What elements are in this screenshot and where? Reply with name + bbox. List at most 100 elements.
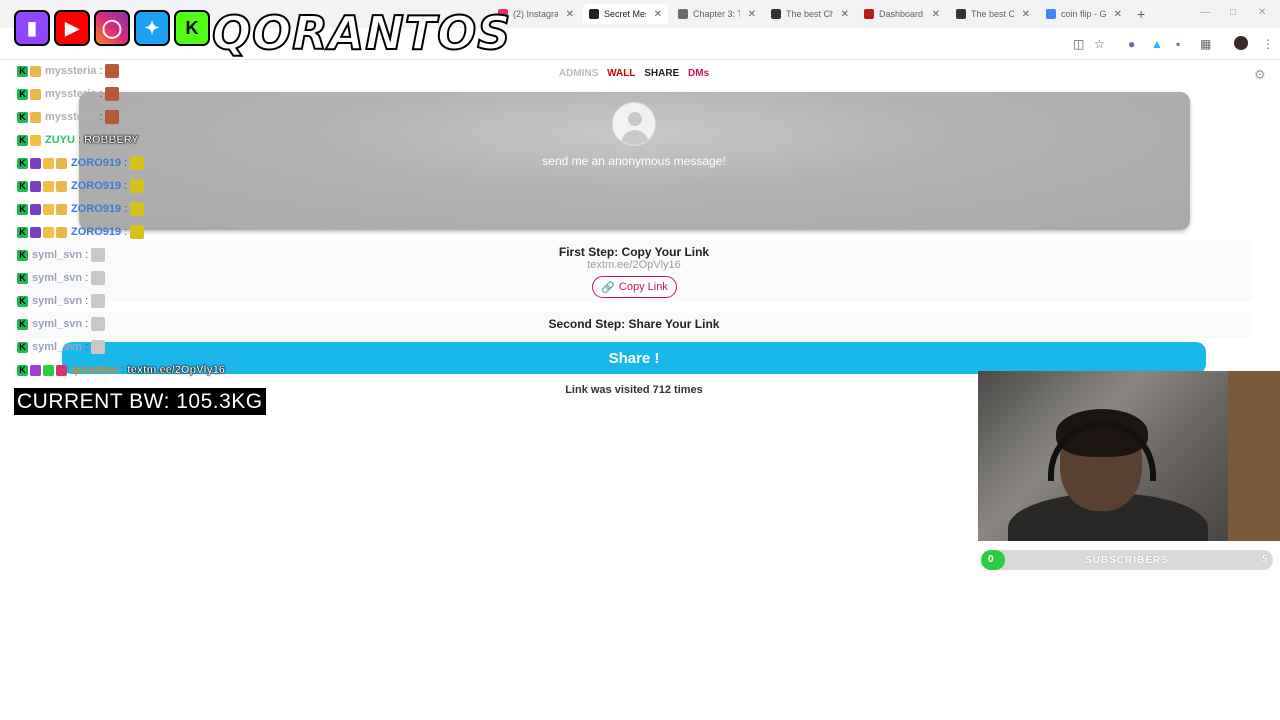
chat-username: myssteria <box>45 88 97 100</box>
chat-emote-icon <box>105 87 120 101</box>
restore-icon[interactable]: □ <box>1230 7 1236 18</box>
chat-message: Kmyssteria: <box>17 85 120 103</box>
chat-message: Ksyml_svn: <box>17 338 106 356</box>
share-button[interactable]: Share ! <box>62 342 1206 374</box>
chat-message: Kmyssteria: <box>17 108 120 126</box>
chat-badge-icon: K <box>17 341 28 353</box>
chat-badge-icon <box>30 88 41 100</box>
instagram-icon: ◯ <box>94 10 130 46</box>
chat-emote-icon <box>91 294 106 308</box>
tab-label: Dashboard <box>879 9 924 19</box>
chat-badge-icon <box>30 364 41 376</box>
chat-message: Kqorantos: textm.ee/2OpVly16 <box>17 361 225 379</box>
chat-badge-icon <box>30 134 41 146</box>
chat-emote-icon <box>91 340 106 354</box>
chat-badge-icon: K <box>17 111 28 123</box>
tab-close-icon[interactable]: ✕ <box>1114 9 1122 20</box>
chat-username: myssteria <box>45 111 97 123</box>
menu-dots-icon[interactable]: ⋮ <box>1262 37 1274 51</box>
browser-tab[interactable]: The best Ch ✕ <box>950 4 1036 24</box>
chat-separator: : <box>124 203 128 215</box>
browser-tab[interactable]: The best Ch ✕ <box>765 4 855 24</box>
tab-favicon-icon <box>864 9 874 19</box>
chat-message: Ksyml_svn: <box>17 292 106 310</box>
webcam-feed <box>978 371 1280 541</box>
extensions-puzzle-icon[interactable]: ▦ <box>1200 37 1211 51</box>
chat-username: ZORO919 <box>71 180 122 192</box>
close-window-icon[interactable]: ✕ <box>1258 7 1266 18</box>
nav-wall[interactable]: WALL <box>607 68 635 79</box>
chat-badge-icon <box>30 180 41 192</box>
chat-separator: : <box>99 65 103 77</box>
new-tab-button[interactable]: + <box>1137 6 1145 22</box>
tab-close-icon[interactable]: ✕ <box>654 9 662 20</box>
tab-close-icon[interactable]: ✕ <box>566 9 574 20</box>
extension-icon[interactable]: ▪ <box>1176 37 1180 51</box>
tab-label: Secret Mess <box>604 9 646 19</box>
browser-tab[interactable]: Secret Mess ✕ <box>583 4 668 24</box>
chat-badge-icon <box>30 111 41 123</box>
chat-message: K ZORO919: <box>17 154 145 172</box>
tab-label: The best Ch <box>971 9 1014 19</box>
chat-username: syml_svn <box>32 295 83 307</box>
bookmark-star-icon[interactable]: ☆ <box>1094 37 1105 51</box>
chat-badge-icon: K <box>17 157 28 169</box>
cast-icon[interactable]: ◫ <box>1073 37 1084 51</box>
chat-username: ZORO919 <box>71 157 122 169</box>
chat-badge-icon <box>43 157 54 169</box>
chat-username: ZUYU <box>45 134 75 146</box>
chat-badge-icon <box>43 203 54 215</box>
chat-badge-icon <box>56 203 67 215</box>
chat-emote-icon <box>130 225 145 239</box>
chat-emote-icon <box>105 64 120 78</box>
chat-emote-icon <box>130 202 145 216</box>
chat-badge-icon <box>30 65 41 77</box>
chat-message: Kmyssteria: <box>17 62 120 80</box>
tab-favicon-icon <box>1046 9 1056 19</box>
share-link-text: textm.ee/2OpVly16 <box>587 259 681 271</box>
chat-separator: : <box>99 88 103 100</box>
tab-label: The best Ch <box>786 9 833 19</box>
chat-separator: : <box>85 318 89 330</box>
twitch-icon: ▮ <box>14 10 50 46</box>
nav-admins[interactable]: ADMINS <box>559 68 598 79</box>
chat-emote-icon <box>91 317 106 331</box>
chat-separator: : <box>85 272 89 284</box>
chat-emote-icon <box>130 179 145 193</box>
nav-share[interactable]: SHARE <box>644 68 679 79</box>
gear-icon[interactable]: ⚙ <box>1254 67 1266 83</box>
chat-message: Ksyml_svn: <box>17 315 106 333</box>
tab-close-icon[interactable]: ✕ <box>932 9 940 20</box>
step-two-title: Second Step: Share Your Link <box>548 317 720 331</box>
chat-username: qorantos <box>71 364 119 376</box>
chat-separator: : <box>85 341 89 353</box>
tab-label: Chapter 3: T <box>693 9 740 19</box>
browser-tab[interactable]: coin flip - G ✕ <box>1040 4 1128 24</box>
tab-close-icon[interactable]: ✕ <box>748 9 756 20</box>
chat-emote-icon <box>130 156 145 170</box>
chat-badge-icon: K <box>17 272 28 284</box>
tab-close-icon[interactable]: ✕ <box>1022 9 1030 20</box>
nav-dms[interactable]: DMs <box>688 68 709 79</box>
copy-link-button[interactable]: 🔗 Copy Link <box>592 276 677 298</box>
chat-badge-icon <box>56 226 67 238</box>
avatar <box>612 102 656 146</box>
chat-badge-icon: K <box>17 88 28 100</box>
tab-close-icon[interactable]: ✕ <box>841 9 849 20</box>
extension-icon[interactable]: ▲ <box>1151 37 1163 51</box>
chat-separator: : <box>77 134 82 146</box>
social-icons: ▮ ▶ ◯ ✦ K <box>14 10 210 46</box>
profile-avatar[interactable] <box>1234 36 1248 50</box>
chat-separator: : <box>124 226 128 238</box>
chat-emote-icon <box>105 110 120 124</box>
browser-tab[interactable]: Dashboard ✕ <box>858 4 946 24</box>
chat-message: K ZUYU: ROBBERY <box>17 131 139 149</box>
extension-icon[interactable]: ● <box>1128 37 1135 51</box>
tab-favicon-icon <box>956 9 966 19</box>
chat-badge-icon <box>30 203 41 215</box>
minimize-icon[interactable]: — <box>1200 7 1210 18</box>
chat-message: K ZORO919: <box>17 223 145 241</box>
chat-username: ZORO919 <box>71 226 122 238</box>
chat-username: myssteria <box>45 65 97 77</box>
browser-tab[interactable]: Chapter 3: T ✕ <box>672 4 762 24</box>
